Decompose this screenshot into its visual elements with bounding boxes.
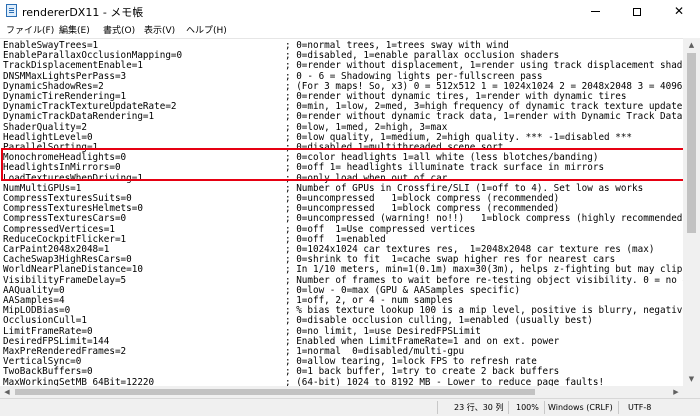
scroll-right-arrow-icon[interactable]: ▶ — [669, 386, 683, 398]
highlight-annotation-box — [1, 148, 692, 181]
notepad-app-icon — [6, 4, 17, 17]
title-bar[interactable]: rendererDX11 - メモ帳 ✕ — [0, 0, 700, 22]
close-icon: ✕ — [673, 4, 685, 18]
vertical-scroll-thumb[interactable] — [687, 53, 696, 233]
status-separator — [508, 401, 509, 414]
text-editor-area[interactable]: EnableSwayTrees=1; 0=normal trees, 1=tre… — [0, 38, 683, 386]
maximize-icon — [633, 7, 641, 16]
minimize-icon — [590, 11, 600, 12]
status-separator — [437, 401, 438, 414]
scroll-left-arrow-icon[interactable]: ◀ — [0, 386, 14, 398]
maximize-button[interactable] — [616, 0, 658, 22]
vertical-scrollbar[interactable]: ▲ ▼ — [683, 38, 700, 386]
scroll-up-arrow-icon[interactable]: ▲ — [683, 38, 700, 52]
status-bar: 23 行、30 列 100% Windows (CRLF) UTF-8 — [0, 398, 700, 416]
scrollbar-corner — [683, 386, 700, 398]
menu-format[interactable]: 書式(O) — [103, 23, 135, 36]
horizontal-scrollbar[interactable]: ◀ ▶ — [0, 386, 683, 398]
status-encoding: UTF-8 — [628, 403, 652, 412]
window-title: rendererDX11 - メモ帳 — [22, 6, 144, 19]
status-zoom: 100% — [516, 403, 539, 412]
config-key: MaxWorkingSetMB_64Bit=12220 — [3, 376, 155, 386]
scroll-down-arrow-icon[interactable]: ▼ — [683, 372, 700, 386]
status-separator — [618, 401, 619, 414]
menu-file[interactable]: ファイル(F) — [6, 23, 54, 36]
close-button[interactable]: ✕ — [658, 0, 700, 22]
status-separator — [544, 401, 545, 414]
horizontal-scroll-thumb[interactable] — [15, 389, 535, 395]
menu-help[interactable]: ヘルプ(H) — [186, 23, 227, 36]
menu-bar: ファイル(F) 編集(E) 書式(O) 表示(V) ヘルプ(H) — [0, 22, 700, 38]
status-line-ending: Windows (CRLF) — [548, 403, 613, 412]
menu-edit[interactable]: 編集(E) — [59, 23, 90, 36]
minimize-button[interactable] — [574, 0, 616, 22]
config-comment: ; (64-bit) 1024 to 8192 MB - Lower to re… — [285, 376, 605, 386]
notepad-window: rendererDX11 - メモ帳 ✕ ファイル(F) 編集(E) 書式(O)… — [0, 0, 700, 416]
menu-view[interactable]: 表示(V) — [144, 23, 175, 36]
status-cursor-position: 23 行、30 列 — [454, 403, 504, 412]
